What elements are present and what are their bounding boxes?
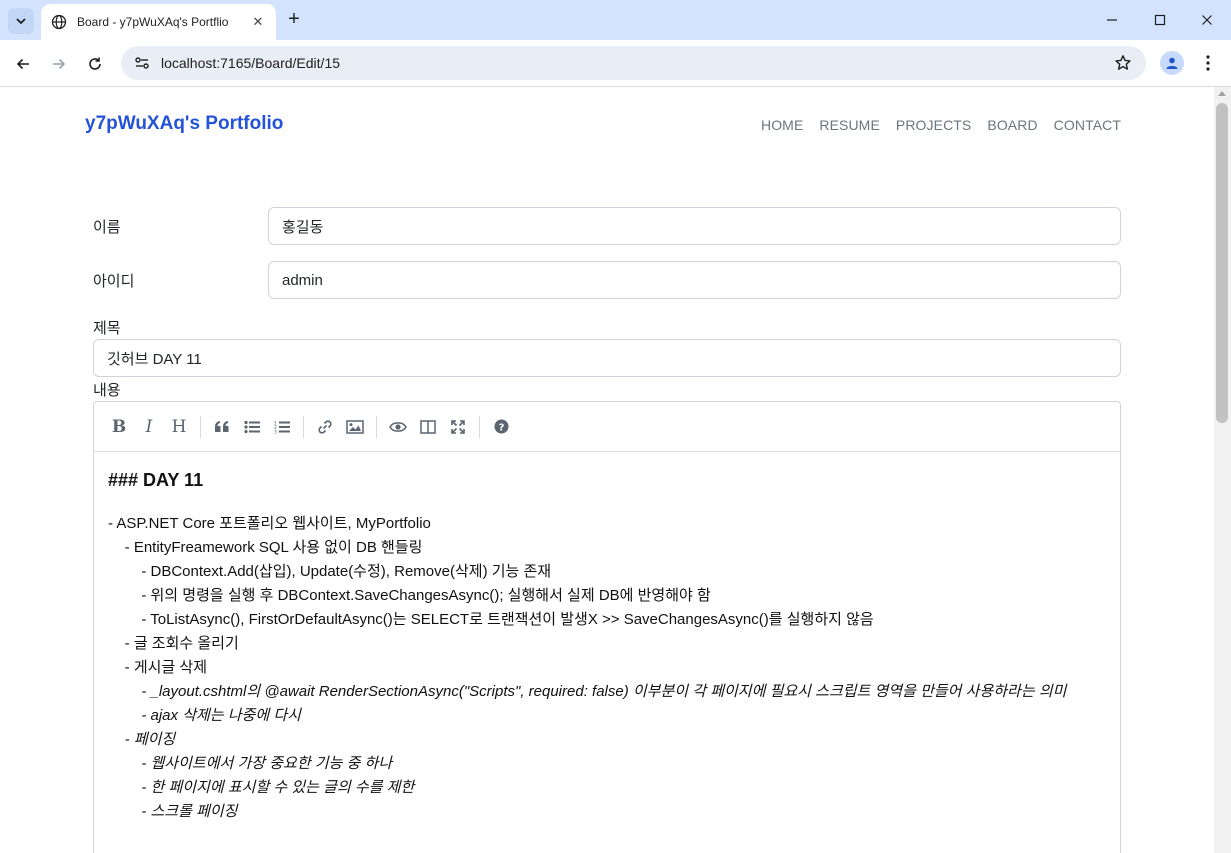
browser-menu-button[interactable] bbox=[1198, 51, 1218, 75]
fullscreen-button[interactable] bbox=[443, 412, 473, 442]
unordered-list-button[interactable] bbox=[237, 412, 267, 442]
id-input[interactable]: admin bbox=[268, 261, 1121, 299]
forward-button[interactable] bbox=[46, 51, 72, 77]
svg-text:3: 3 bbox=[274, 429, 277, 434]
browser-tab-active[interactable]: Board - y7pWuXAq's Portflio ✕ bbox=[41, 4, 276, 40]
image-button[interactable] bbox=[340, 412, 370, 442]
columns-icon bbox=[420, 419, 436, 434]
bold-button[interactable]: B bbox=[104, 412, 134, 442]
scrollbar-thumb[interactable] bbox=[1216, 103, 1228, 423]
page-content: y7pWuXAq's Portfolio HOME RESUME PROJECT… bbox=[0, 87, 1214, 853]
browser-toolbar: localhost:7165/Board/Edit/15 bbox=[0, 40, 1231, 87]
bookmark-star-icon[interactable] bbox=[1114, 54, 1132, 72]
id-label: 아이디 bbox=[93, 273, 135, 290]
site-settings-icon[interactable] bbox=[133, 54, 151, 72]
markdown-line: - 페이징 bbox=[108, 731, 176, 748]
markdown-line: - ajax 삭제는 나중에 다시 bbox=[108, 707, 301, 724]
markdown-line: - _layout.cshtml의 @await RenderSectionAs… bbox=[108, 683, 1067, 700]
markdown-line: - DBContext.Add(삽입), Update(수정), Remove(… bbox=[108, 563, 552, 580]
arrow-right-icon bbox=[53, 58, 66, 70]
browser-chrome: Board - y7pWuXAq's Portflio ✕ + localhos… bbox=[0, 0, 1231, 87]
link-button[interactable] bbox=[310, 412, 340, 442]
bold-icon: B bbox=[111, 416, 127, 437]
reload-icon bbox=[89, 57, 101, 70]
markdown-line: - 글 조회수 올리기 bbox=[108, 635, 239, 652]
content-label: 내용 bbox=[93, 382, 121, 399]
eye-icon bbox=[389, 421, 407, 432]
page-scrollbar[interactable] bbox=[1214, 87, 1231, 853]
markdown-line: - 스크롤 페이징 bbox=[108, 803, 238, 820]
maximize-icon bbox=[1154, 14, 1166, 26]
url-text[interactable]: localhost:7165/Board/Edit/15 bbox=[161, 55, 1114, 71]
back-button[interactable] bbox=[10, 51, 36, 77]
tab-search-button[interactable] bbox=[8, 8, 34, 34]
markdown-heading: ### DAY 11 bbox=[108, 470, 204, 490]
chevron-down-icon bbox=[16, 18, 26, 25]
markdown-line: - 게시글 삭제 bbox=[108, 659, 208, 676]
quote-icon bbox=[215, 420, 229, 432]
nav-resume[interactable]: RESUME bbox=[819, 117, 880, 133]
toolbar-divider bbox=[376, 415, 377, 438]
side-by-side-button[interactable] bbox=[413, 412, 443, 442]
image-icon bbox=[346, 419, 364, 434]
italic-button[interactable]: I bbox=[134, 412, 164, 442]
svg-text:?: ? bbox=[498, 422, 504, 433]
reload-button[interactable] bbox=[82, 51, 108, 77]
toolbar-divider bbox=[200, 415, 201, 438]
title-label: 제목 bbox=[93, 320, 121, 337]
preview-button[interactable] bbox=[383, 412, 413, 442]
close-window-button[interactable] bbox=[1190, 6, 1224, 34]
question-circle-icon: ? bbox=[494, 419, 508, 434]
markdown-line: - 한 페이지에 표시할 수 있는 글의 수를 제한 bbox=[108, 779, 415, 796]
markdown-editor: B I H 123 ? ### DAY 11 - ASP.NET Core 포트… bbox=[93, 401, 1121, 853]
more-vertical-icon bbox=[1206, 55, 1210, 71]
profile-avatar[interactable] bbox=[1160, 51, 1184, 75]
ordered-list-button[interactable]: 123 bbox=[267, 412, 297, 442]
list-ul-icon bbox=[244, 420, 260, 433]
expand-icon bbox=[451, 419, 465, 434]
link-icon bbox=[318, 419, 332, 434]
name-input[interactable]: 홍길동 bbox=[268, 207, 1121, 245]
name-label: 이름 bbox=[93, 219, 121, 236]
toolbar-divider bbox=[303, 415, 304, 438]
heading-icon: H bbox=[171, 416, 187, 437]
main-nav: HOME RESUME PROJECTS BOARD CONTACT bbox=[761, 117, 1121, 133]
nav-home[interactable]: HOME bbox=[761, 117, 803, 133]
scroll-up-arrow-icon[interactable] bbox=[1218, 91, 1226, 96]
nav-board[interactable]: BOARD bbox=[987, 117, 1037, 133]
markdown-line: - ASP.NET Core 포트폴리오 웹사이트, MyPortfolio bbox=[108, 515, 431, 532]
title-input[interactable]: 깃허브 DAY 11 bbox=[93, 339, 1121, 377]
arrow-left-icon bbox=[16, 58, 29, 70]
nav-projects[interactable]: PROJECTS bbox=[896, 117, 971, 133]
maximize-button[interactable] bbox=[1143, 6, 1177, 34]
markdown-line: - ToListAsync(), FirstOrDefaultAsync()는 … bbox=[108, 611, 874, 628]
toolbar-divider bbox=[479, 415, 480, 438]
heading-button[interactable]: H bbox=[164, 412, 194, 442]
guide-button[interactable]: ? bbox=[486, 412, 516, 442]
editor-toolbar: B I H 123 ? bbox=[94, 402, 1120, 452]
address-bar[interactable]: localhost:7165/Board/Edit/15 bbox=[121, 46, 1146, 80]
nav-contact[interactable]: CONTACT bbox=[1054, 117, 1121, 133]
minimize-icon bbox=[1107, 19, 1117, 21]
minimize-button[interactable] bbox=[1095, 6, 1129, 34]
tab-strip: Board - y7pWuXAq's Portflio ✕ + bbox=[0, 0, 1231, 40]
markdown-lines: - ASP.NET Core 포트폴리오 웹사이트, MyPortfolio -… bbox=[108, 512, 1106, 824]
tab-close-icon[interactable]: ✕ bbox=[250, 14, 266, 30]
person-icon bbox=[1166, 57, 1178, 69]
italic-icon: I bbox=[145, 416, 153, 437]
globe-icon bbox=[51, 14, 67, 30]
editor-text-area[interactable]: ### DAY 11 - ASP.NET Core 포트폴리오 웹사이트, My… bbox=[94, 452, 1120, 824]
new-tab-button[interactable]: + bbox=[283, 8, 305, 32]
markdown-line: - EntityFreamework SQL 사용 없이 DB 핸들링 bbox=[108, 539, 423, 556]
tab-title: Board - y7pWuXAq's Portflio bbox=[77, 15, 229, 29]
close-icon bbox=[1202, 15, 1212, 25]
site-brand[interactable]: y7pWuXAq's Portfolio bbox=[85, 113, 283, 135]
markdown-line: - 웹사이트에서 가장 중요한 기능 중 하나 bbox=[108, 755, 393, 772]
list-ol-icon: 123 bbox=[274, 420, 290, 434]
markdown-line: - 위의 명령을 실행 후 DBContext.SaveChangesAsync… bbox=[108, 587, 711, 604]
quote-button[interactable] bbox=[207, 412, 237, 442]
